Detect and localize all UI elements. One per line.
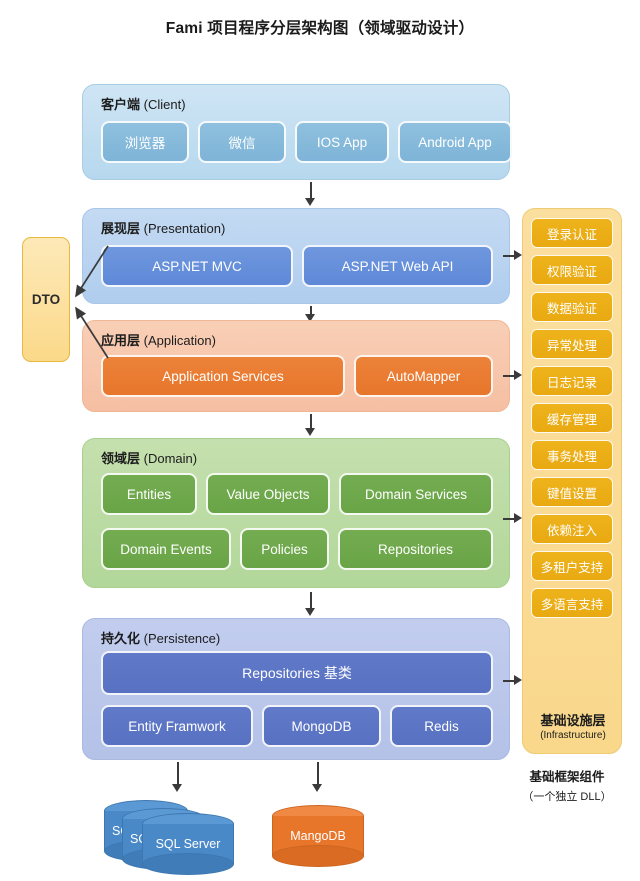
infra-item-dependency-injection[interactable]: 依赖注入 [531,514,613,544]
cylinder-sqlserver-1-label: SQL Server [155,837,221,851]
client-node-row: 浏览器 微信 IOS App Android App [101,121,512,163]
node-android-app[interactable]: Android App [398,121,512,163]
node-aspnet-web-api[interactable]: ASP.NET Web API [302,245,493,287]
node-mongodb[interactable]: MongoDB [262,705,381,747]
layer-presentation-title-en: (Presentation) [143,221,226,236]
infra-item-data-validation[interactable]: 数据验证 [531,292,613,322]
layer-client-title-cn: 客户端 [101,97,141,112]
infrastructure-label-cn: 基础设施层 [540,713,606,728]
node-redis[interactable]: Redis [390,705,493,747]
framework-caption-en: （一个独立 DLL） [522,791,612,803]
node-repositories-base[interactable]: Repositories 基类 [101,651,493,695]
arrow-domain-to-persistence [305,592,316,616]
node-entities[interactable]: Entities [101,473,197,515]
infra-item-cache-management[interactable]: 缓存管理 [531,403,613,433]
node-domain-events[interactable]: Domain Events [101,528,231,570]
layer-application: 应用层 (Application) Application Services A… [82,320,510,412]
layer-persistence-title: 持久化 (Persistence) [101,628,220,647]
arrow-persistence-to-infrastructure [503,675,522,686]
layer-persistence: 持久化 (Persistence) Repositories 基类 Entity… [82,618,510,760]
layer-application-title: 应用层 (Application) [101,330,216,349]
infrastructure-label-en: (Infrastructure) [540,730,606,741]
layer-application-title-cn: 应用层 [101,333,141,348]
framework-caption-cn: 基础框架组件 [529,770,605,784]
infra-item-logging[interactable]: 日志记录 [531,366,613,396]
page-title: Fami 项目程序分层架构图（领域驱动设计） [165,20,475,37]
node-aspnet-mvc[interactable]: ASP.NET MVC [101,245,293,287]
node-automapper[interactable]: AutoMapper [354,355,493,397]
presentation-node-row: ASP.NET MVC ASP.NET Web API [101,245,493,287]
layer-client-title-en: (Client) [143,97,186,112]
cylinder-sqlserver-1: SQL Server [142,813,234,875]
architecture-diagram: Fami 项目程序分层架构图（领域驱动设计） 客户端 (Client) 浏览器 … [0,0,640,881]
cylinder-mongodb: MangoDB [272,805,364,867]
arrow-presentation-to-infrastructure [503,250,522,261]
layer-domain-title: 领域层 (Domain) [101,448,197,467]
domain-node-row-1: Entities Value Objects Domain Services [101,473,493,515]
layer-persistence-title-cn: 持久化 [101,631,141,646]
arrow-client-to-presentation [305,182,316,206]
infra-item-multi-language[interactable]: 多语言支持 [531,588,613,618]
arrow-persistence-to-sqlserver [172,762,183,792]
node-value-objects[interactable]: Value Objects [206,473,330,515]
layer-client-title: 客户端 (Client) [101,94,186,113]
infrastructure-label: 基础设施层 (Infrastructure) [523,710,623,741]
infra-item-permission-check[interactable]: 权限验证 [531,255,613,285]
node-ios-app[interactable]: IOS App [295,121,389,163]
layer-persistence-title-en: (Persistence) [143,631,221,646]
layer-application-title-en: (Application) [143,333,216,348]
node-entity-framework[interactable]: Entity Framwork [101,705,253,747]
infra-item-transaction-handling[interactable]: 事务处理 [531,440,613,470]
node-wechat[interactable]: 微信 [198,121,286,163]
node-browser[interactable]: 浏览器 [101,121,189,163]
layer-domain-title-cn: 领域层 [101,451,141,466]
node-repositories[interactable]: Repositories [338,528,493,570]
node-domain-services[interactable]: Domain Services [339,473,493,515]
arrow-application-to-domain [305,414,316,436]
infra-item-login-auth[interactable]: 登录认证 [531,218,613,248]
arrow-persistence-to-mongodb [312,762,323,792]
node-application-services[interactable]: Application Services [101,355,345,397]
layer-presentation: 展现层 (Presentation) ASP.NET MVC ASP.NET W… [82,208,510,304]
cylinder-mongodb-label: MangoDB [290,829,346,843]
layer-client: 客户端 (Client) 浏览器 微信 IOS App Android App [82,84,512,180]
dto-box[interactable]: DTO [22,237,70,362]
domain-node-row-2: Domain Events Policies Repositories [101,528,493,570]
infrastructure-panel: 登录认证 权限验证 数据验证 异常处理 日志记录 缓存管理 事务处理 键值设置 … [522,208,622,754]
arrow-domain-to-infrastructure [503,513,522,524]
layer-presentation-title: 展现层 (Presentation) [101,218,225,237]
infra-item-key-value-settings[interactable]: 键值设置 [531,477,613,507]
layer-presentation-title-cn: 展现层 [101,221,141,236]
infra-item-exception-handling[interactable]: 异常处理 [531,329,613,359]
layer-domain: 领域层 (Domain) Entities Value Objects Doma… [82,438,510,588]
layer-domain-title-en: (Domain) [143,451,198,466]
node-policies[interactable]: Policies [240,528,329,570]
persistence-node-row: Entity Framwork MongoDB Redis [101,705,493,747]
framework-caption: 基础框架组件 （一个独立 DLL） [492,766,640,804]
arrow-application-to-infrastructure [503,370,522,381]
application-node-row: Application Services AutoMapper [101,355,493,397]
infra-item-multi-tenancy[interactable]: 多租户支持 [531,551,613,581]
